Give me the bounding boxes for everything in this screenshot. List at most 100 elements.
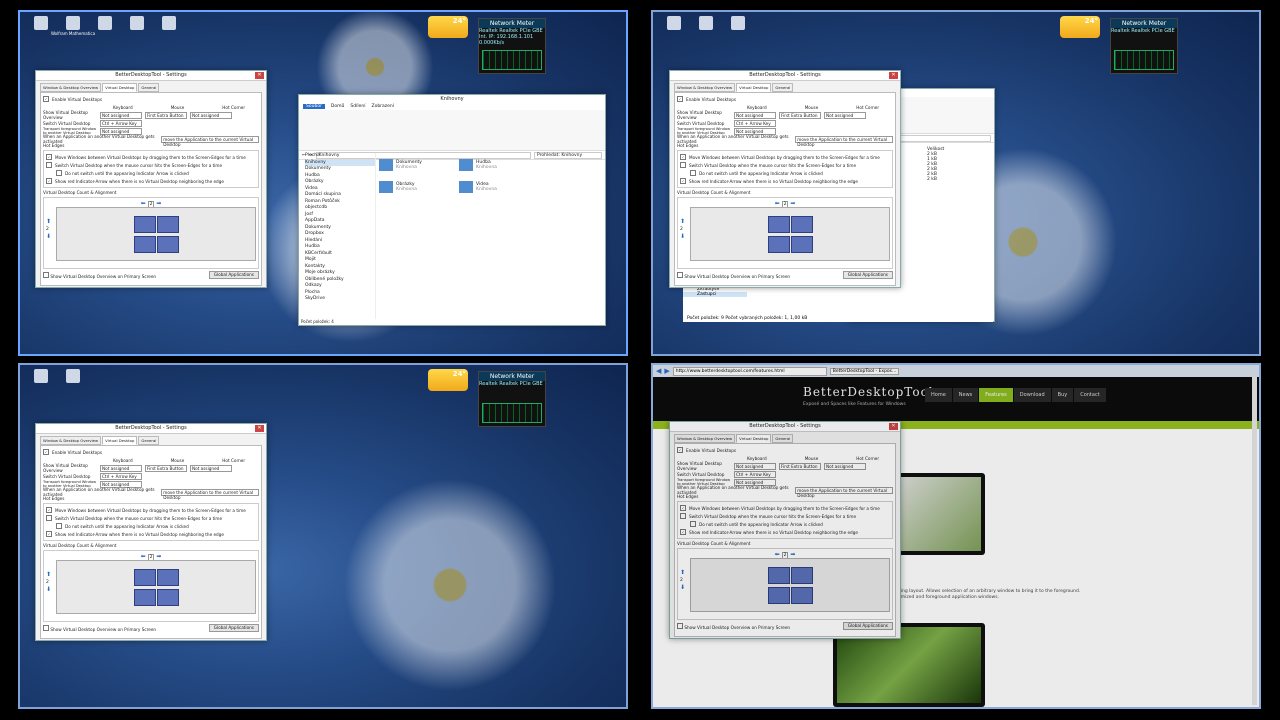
primary-screen-checkbox[interactable] xyxy=(43,624,49,631)
tab-virtual-desktop[interactable]: Virtual Desktop xyxy=(102,436,138,445)
menu-features[interactable]: Features xyxy=(979,388,1013,402)
close-button[interactable]: ✕ xyxy=(255,72,264,79)
desktop-tile[interactable] xyxy=(768,216,790,233)
desktop-tile[interactable] xyxy=(134,589,156,606)
tab-general[interactable]: General xyxy=(772,434,794,443)
library-item[interactable]: Videa Knihovna xyxy=(459,181,539,193)
horizontal-count[interactable]: ⬅ 2 ➡ xyxy=(46,200,256,208)
search-input[interactable]: Prohledat: Knihovny xyxy=(534,151,602,159)
vertical-count[interactable]: ⬆ 2 ⬇ xyxy=(680,569,685,591)
virtual-desktop-3[interactable]: 24° Network Meter Realtek Realtek PCIe G… xyxy=(18,363,628,709)
edge-option-checkbox[interactable] xyxy=(46,515,52,521)
activated-select[interactable]: move the Application to the current Virt… xyxy=(161,488,259,500)
keyboard-select[interactable]: Ctrl + Arrow Key xyxy=(734,470,776,478)
scrollbar[interactable] xyxy=(1252,377,1257,705)
hotcorner-select[interactable]: Not assigned xyxy=(190,464,232,472)
edge-option-checkbox[interactable]: ✓ xyxy=(46,178,52,184)
tab-general[interactable]: General xyxy=(138,436,160,445)
tab-window-desktop-overview[interactable]: Window & Desktop Overview xyxy=(674,434,736,443)
edge-option-checkbox[interactable] xyxy=(680,513,686,519)
ribbon-tab-view[interactable]: Zobrazení xyxy=(371,104,394,109)
tab-window-desktop-overview[interactable]: Window & Desktop Overview xyxy=(40,436,102,445)
keyboard-select[interactable]: Not assigned xyxy=(100,464,142,472)
hotcorner-select[interactable]: Not assigned xyxy=(190,111,232,119)
desktop-icon[interactable] xyxy=(695,16,717,42)
global-applications-button[interactable]: Global Applications xyxy=(208,624,259,632)
desktop-icon[interactable]: Wolfram Mathematica xyxy=(51,16,95,42)
mouse-select[interactable]: First Extra Button xyxy=(779,111,821,119)
primary-screen-checkbox[interactable] xyxy=(677,622,683,629)
activated-select[interactable]: move the Application to the current Virt… xyxy=(161,135,259,147)
close-button[interactable]: ✕ xyxy=(889,423,898,430)
primary-screen-checkbox[interactable] xyxy=(43,271,49,278)
hotcorner-select[interactable]: Not assigned xyxy=(824,462,866,470)
desktop-tile[interactable] xyxy=(134,236,156,253)
mouse-select[interactable]: First Extra Button xyxy=(145,464,187,472)
desktop-icon[interactable] xyxy=(62,369,84,395)
weather-gadget[interactable]: 24° xyxy=(428,369,468,391)
edge-option-checkbox[interactable] xyxy=(690,170,696,176)
keyboard-select[interactable]: Not assigned xyxy=(100,111,142,119)
edge-option-checkbox[interactable] xyxy=(56,170,62,176)
desktop-tile[interactable] xyxy=(791,567,813,584)
close-button[interactable]: ✕ xyxy=(255,425,264,432)
edge-option-checkbox[interactable]: ✓ xyxy=(680,529,686,535)
keyboard-select[interactable]: Not assigned xyxy=(734,111,776,119)
library-item[interactable]: Hudba Knihovna xyxy=(459,159,539,171)
forward-icon[interactable]: ▶ xyxy=(664,367,669,375)
weather-gadget[interactable]: 24° xyxy=(1060,16,1100,38)
edge-option-checkbox[interactable]: ✓ xyxy=(46,507,52,513)
enable-checkbox[interactable]: ✓ xyxy=(43,449,49,455)
desktop-tile[interactable] xyxy=(768,236,790,253)
edge-option-checkbox[interactable] xyxy=(690,521,696,527)
keyboard-select[interactable]: Ctrl + Arrow Key xyxy=(100,472,142,480)
enable-checkbox[interactable]: ✓ xyxy=(677,447,683,453)
desktop-tile[interactable] xyxy=(791,236,813,253)
global-applications-button[interactable]: Global Applications xyxy=(208,271,259,279)
menu-download[interactable]: Download xyxy=(1013,388,1051,402)
activated-select[interactable]: move the Application to the current Virt… xyxy=(795,486,893,498)
library-item[interactable]: Obrázky Knihovna xyxy=(379,181,459,193)
enable-checkbox[interactable]: ✓ xyxy=(677,96,683,102)
desktop-tile[interactable] xyxy=(157,216,179,233)
menu-buy[interactable]: Buy xyxy=(1051,388,1074,402)
ribbon-tab-share[interactable]: Sdílení xyxy=(350,104,365,109)
edge-option-checkbox[interactable] xyxy=(680,162,686,168)
tab-window-desktop-overview[interactable]: Window & Desktop Overview xyxy=(40,83,102,92)
desktop-icon[interactable] xyxy=(663,16,685,42)
activated-select[interactable]: move the Application to the current Virt… xyxy=(795,135,893,147)
menu-news[interactable]: News xyxy=(952,388,979,402)
menu-contact[interactable]: Contact xyxy=(1074,388,1106,402)
nav-item[interactable]: SkyDrive xyxy=(305,296,375,303)
tab-general[interactable]: General xyxy=(772,83,794,92)
enable-checkbox[interactable]: ✓ xyxy=(43,96,49,102)
vertical-count[interactable]: ⬆ 2 ⬇ xyxy=(46,218,51,240)
edge-option-checkbox[interactable] xyxy=(46,162,52,168)
library-item[interactable]: Dokumenty Knihovna xyxy=(379,159,459,171)
tab-virtual-desktop[interactable]: Virtual Desktop xyxy=(102,83,138,92)
vertical-count[interactable]: ⬆ 2 ⬇ xyxy=(680,218,685,240)
mouse-select[interactable]: First Extra Button xyxy=(145,111,187,119)
desktop-tile[interactable] xyxy=(157,589,179,606)
virtual-desktop-1[interactable]: Wolfram Mathematica 24° Network Meter Re… xyxy=(18,10,628,356)
edge-option-checkbox[interactable]: ✓ xyxy=(680,505,686,511)
desktop-icon[interactable] xyxy=(30,369,52,395)
edge-option-checkbox[interactable]: ✓ xyxy=(680,154,686,160)
site-logo[interactable]: BetterDesktopTool xyxy=(803,385,934,399)
desktop-tile[interactable] xyxy=(157,569,179,586)
edge-option-checkbox[interactable]: ✓ xyxy=(46,531,52,537)
desktop-tile[interactable] xyxy=(791,216,813,233)
horizontal-count[interactable]: ⬅ 2 ➡ xyxy=(46,553,256,561)
desktop-tile[interactable] xyxy=(768,567,790,584)
edge-option-checkbox[interactable] xyxy=(56,523,62,529)
horizontal-count[interactable]: ⬅ 2 ➡ xyxy=(680,551,890,559)
close-button[interactable]: ✕ xyxy=(889,72,898,79)
global-applications-button[interactable]: Global Applications xyxy=(842,271,893,279)
virtual-desktop-4[interactable]: ◀ ▶ http://www.betterdesktoptool.com/fea… xyxy=(651,363,1261,709)
desktop-tile[interactable] xyxy=(157,236,179,253)
desktop-tile[interactable] xyxy=(791,587,813,604)
desktop-tile[interactable] xyxy=(768,587,790,604)
desktop-icon[interactable] xyxy=(94,16,116,42)
mouse-select[interactable]: First Extra Button xyxy=(779,462,821,470)
primary-screen-checkbox[interactable] xyxy=(677,271,683,278)
